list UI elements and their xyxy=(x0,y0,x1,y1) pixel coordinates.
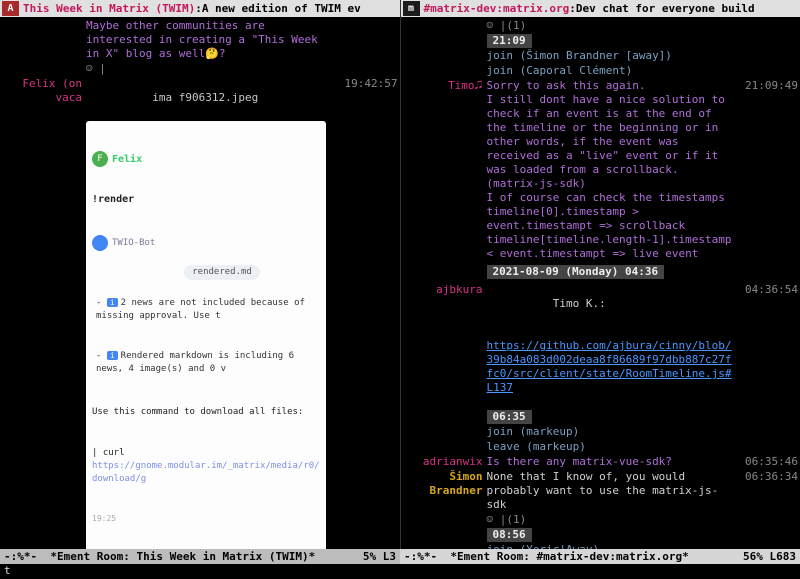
attachment-label[interactable]: ima f906312.jpeg xyxy=(152,91,258,104)
modeline-left[interactable]: -:%*- *Ement Room: This Week in Matrix (… xyxy=(0,549,400,564)
sender-name: Šimon Brandner xyxy=(403,470,487,498)
reaction-icon[interactable]: ☺ | xyxy=(86,62,336,76)
message-list-right[interactable]: ☺ |(1) 21:09 join (Šimon Brandner [away]… xyxy=(401,17,800,564)
pane-twim: A This Week in Matrix (TWIM) : A new edi… xyxy=(0,0,401,564)
sender-name: Timo🎜 xyxy=(403,79,487,93)
modeline-position: 5% L3 xyxy=(363,550,396,564)
date-separator: 2021-08-09 (Monday) 04:36 xyxy=(487,265,665,279)
message-text: Is there any matrix-vue-sdk? xyxy=(487,455,737,469)
modeline-buffer: *Ement Room: #matrix-dev:matrix.org* xyxy=(450,550,688,564)
message-text: Timo K.: xyxy=(553,297,606,310)
card-sender: Felix xyxy=(112,153,142,166)
message-text: None that I know of, you would probably … xyxy=(487,470,737,512)
time-separator: 08:56 xyxy=(487,528,532,542)
card-text: Use this command to download all files: xyxy=(92,406,320,419)
message-row: Maybe other communities are interested i… xyxy=(2,19,398,61)
header-right[interactable]: m #matrix-dev:matrix.org : Dev chat for … xyxy=(401,0,800,17)
avatar-icon: F xyxy=(92,151,108,167)
membership-event: join (markeup) xyxy=(487,425,737,439)
reaction-icon[interactable]: ☺ |(1) xyxy=(487,19,737,33)
card-list-item: - i2 news are not included because of mi… xyxy=(96,296,320,323)
file-chip[interactable]: rendered.md xyxy=(184,265,260,280)
timestamp: 21:09:49 xyxy=(736,79,798,93)
echo-area[interactable]: t xyxy=(0,564,800,579)
timestamp: 19:42:57 xyxy=(336,77,398,91)
timestamp: 04:36:54 xyxy=(736,283,798,297)
card-command: !render xyxy=(92,193,320,206)
message-row: Timo🎜 Sorry to ask this again. I still d… xyxy=(403,79,799,261)
bot-avatar-icon xyxy=(92,235,108,251)
modeline-status: -:%*- xyxy=(4,550,37,564)
message-row: Šimon Brandner None that I know of, you … xyxy=(403,470,799,512)
reaction-icon[interactable]: ☺ |(1) xyxy=(487,513,737,527)
message-text: Maybe other communities are interested i… xyxy=(86,19,336,61)
room-topic: Dev chat for everyone build xyxy=(576,2,755,16)
header-left[interactable]: A This Week in Matrix (TWIM) : A new edi… xyxy=(0,0,400,17)
sender-name: Felix (on vaca xyxy=(2,77,86,105)
timestamp: 06:35:46 xyxy=(736,455,798,469)
pane-matrix-dev: m #matrix-dev:matrix.org : Dev chat for … xyxy=(401,0,800,564)
sender-name: ajbkura xyxy=(403,283,487,297)
timestamp: 06:36:34 xyxy=(736,470,798,484)
modeline: -:%*- *Ement Room: This Week in Matrix (… xyxy=(0,549,800,564)
time-separator: 21:09 xyxy=(487,34,532,48)
membership-event: join (Caporal Clément) xyxy=(487,64,737,78)
card-time: 19:25 xyxy=(92,512,320,525)
modeline-buffer: *Ement Room: This Week in Matrix (TWIM)* xyxy=(50,550,315,564)
time-separator: 06:35 xyxy=(487,410,532,424)
message-list-left[interactable]: Maybe other communities are interested i… xyxy=(0,17,400,564)
modeline-right[interactable]: -:%*- *Ement Room: #matrix-dev:matrix.or… xyxy=(400,549,800,564)
header-sep: : xyxy=(569,2,576,16)
modeline-position: 56% L683 xyxy=(743,550,796,564)
room-name: This Week in Matrix (TWIM) xyxy=(23,2,195,16)
modeline-status: -:%*- xyxy=(404,550,437,564)
message-link[interactable]: https://github.com/ajbura/cinny/blob/39b… xyxy=(487,339,732,394)
card-list-item: - iRendered markdown is including 6 news… xyxy=(96,349,320,376)
image-attachment-card[interactable]: F Felix !render TWIO-Bot rendered.md - i… xyxy=(86,121,326,555)
message-row: adrianwix Is there any matrix-vue-sdk? 0… xyxy=(403,455,799,469)
card-code: | curl https://gnome.modular.im/_matrix/… xyxy=(92,447,320,486)
room-name: #matrix-dev:matrix.org xyxy=(424,2,570,16)
sender-name: adrianwix xyxy=(403,455,487,469)
membership-event: leave (markeup) xyxy=(487,440,737,454)
header-sep: : xyxy=(195,2,202,16)
message-row: Felix (on vaca ima f906312.jpeg F Felix … xyxy=(2,77,398,564)
room-topic: A new edition of TWIM ev xyxy=(202,2,361,16)
card-bot-name: TWIO-Bot xyxy=(112,237,155,250)
message-text: Sorry to ask this again. I still dont ha… xyxy=(487,79,737,261)
message-row: ajbkura Timo K.: https://github.com/ajbu… xyxy=(403,283,799,409)
membership-event: join (Šimon Brandner [away]) xyxy=(487,49,737,63)
room-avatar-icon: m xyxy=(403,1,420,16)
room-avatar-icon: A xyxy=(2,1,19,16)
